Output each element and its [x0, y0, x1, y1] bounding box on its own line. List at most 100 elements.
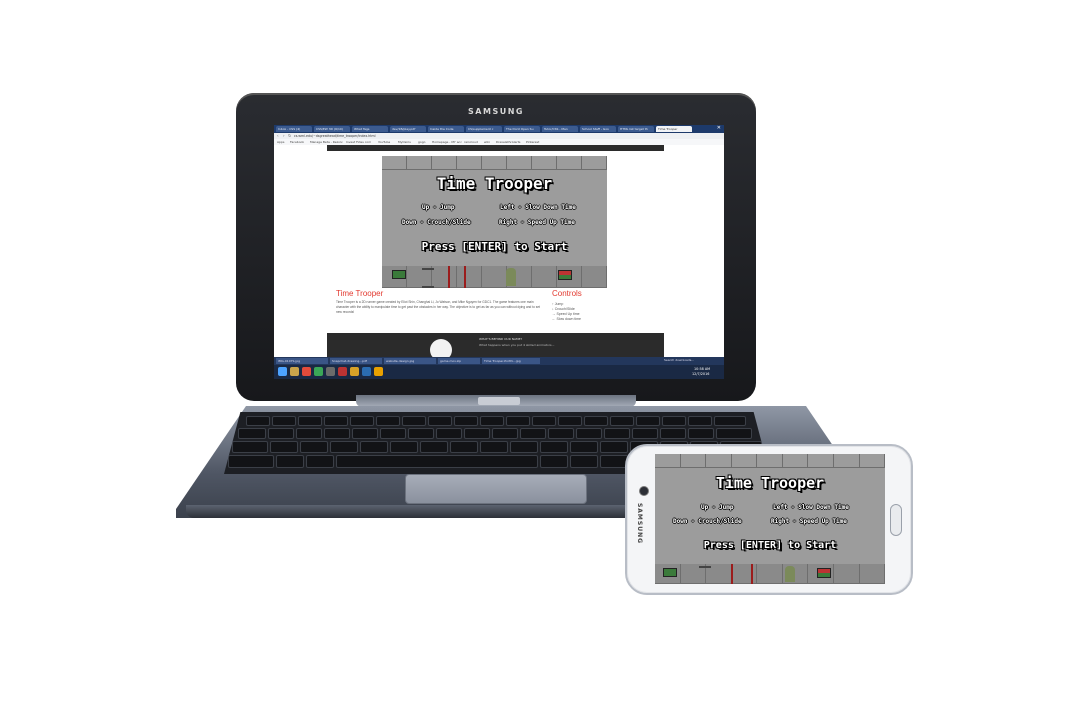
- reload-icon[interactable]: ↻: [288, 133, 291, 138]
- game-canvas-phone[interactable]: Time Trooper Up - Jump Left - Slow Down …: [655, 454, 885, 584]
- key[interactable]: [350, 416, 374, 426]
- key[interactable]: [352, 428, 378, 439]
- spacebar-key[interactable]: [336, 455, 538, 468]
- key[interactable]: [300, 441, 328, 453]
- game-canvas[interactable]: Time Trooper Up - Jump Left - Slow Down …: [382, 156, 607, 288]
- bookmark[interactable]: Invest Fides com: [346, 140, 371, 144]
- key[interactable]: [464, 428, 490, 439]
- key[interactable]: [276, 455, 304, 468]
- browser-tab[interactable]: Tutor/CSS - Man: [542, 126, 578, 132]
- bookmark[interactable]: Apps: [277, 140, 284, 144]
- key[interactable]: [376, 416, 400, 426]
- key[interactable]: [390, 441, 418, 453]
- key[interactable]: [428, 416, 452, 426]
- browser-tab[interactable]: The Dont Open Su: [504, 126, 540, 132]
- browser-tab[interactable]: What Tags: [352, 126, 388, 132]
- download-item[interactable]: game.mov.zip: [438, 358, 480, 364]
- bookmark[interactable]: YouTube: [378, 140, 390, 144]
- browser-tab[interactable]: Inside the Code: [428, 126, 464, 132]
- key[interactable]: [570, 441, 598, 453]
- key[interactable]: [272, 416, 296, 426]
- key[interactable]: [600, 455, 628, 468]
- browser-tab-active[interactable]: Time Trooper: [656, 126, 692, 132]
- browser-tab[interactable]: CSS/EW 3D (6/10): [314, 126, 350, 132]
- key[interactable]: [610, 416, 634, 426]
- key[interactable]: [380, 428, 406, 439]
- key[interactable]: [510, 441, 538, 453]
- browser-tab[interactable]: School Staff - Goo: [580, 126, 616, 132]
- key[interactable]: [298, 416, 322, 426]
- key[interactable]: [360, 441, 388, 453]
- download-item[interactable]: IMG-0107S.jpg: [276, 358, 328, 364]
- browser-tab[interactable]: CS/supplement c: [466, 126, 502, 132]
- key[interactable]: [238, 428, 266, 439]
- bookmark[interactable]: MyOsiris: [398, 140, 411, 144]
- key[interactable]: [296, 428, 322, 439]
- touchpad[interactable]: [405, 474, 587, 504]
- download-item[interactable]: website-design.jpg: [384, 358, 436, 364]
- close-icon[interactable]: ✕: [717, 125, 721, 131]
- key[interactable]: [454, 416, 478, 426]
- key[interactable]: [716, 428, 752, 439]
- key[interactable]: [540, 455, 568, 468]
- app-icon[interactable]: [338, 367, 347, 376]
- key[interactable]: [228, 455, 274, 468]
- key[interactable]: [232, 441, 268, 453]
- bookmark[interactable]: wiki: [484, 140, 490, 144]
- key[interactable]: [330, 441, 358, 453]
- key[interactable]: [324, 428, 350, 439]
- app-icon[interactable]: [374, 367, 383, 376]
- app-icon[interactable]: [314, 367, 323, 376]
- app-icon[interactable]: [362, 367, 371, 376]
- key[interactable]: [506, 416, 530, 426]
- key[interactable]: [576, 428, 602, 439]
- forward-icon[interactable]: ›: [283, 133, 285, 138]
- key[interactable]: [714, 416, 746, 426]
- key[interactable]: [408, 428, 434, 439]
- browser-tab[interactable]: dev/1B/play.pdf: [390, 126, 426, 132]
- key[interactable]: [246, 416, 270, 426]
- back-icon[interactable]: ‹: [277, 133, 279, 138]
- bookmark[interactable]: gogo: [418, 140, 425, 144]
- windows-icon[interactable]: [278, 367, 287, 376]
- key[interactable]: [662, 416, 686, 426]
- key[interactable]: [402, 416, 426, 426]
- key[interactable]: [660, 428, 686, 439]
- bookmark[interactable]: DrexelethrAlerts: [496, 140, 521, 144]
- key[interactable]: [324, 416, 348, 426]
- key[interactable]: [532, 416, 556, 426]
- key[interactable]: [570, 455, 598, 468]
- key[interactable]: [632, 428, 658, 439]
- bookmark[interactable]: raincloud: [464, 140, 478, 144]
- key[interactable]: [306, 455, 334, 468]
- chrome-icon[interactable]: [302, 367, 311, 376]
- key[interactable]: [270, 441, 298, 453]
- key[interactable]: [636, 416, 660, 426]
- browser-tab[interactable]: HTML list target th: [618, 126, 654, 132]
- download-item[interactable]: Time Trooper-Portfo...jpg: [482, 358, 540, 364]
- downloads-search[interactable]: Search downloads...: [664, 358, 694, 362]
- key[interactable]: [540, 441, 568, 453]
- key[interactable]: [268, 428, 294, 439]
- key[interactable]: [492, 428, 518, 439]
- home-button[interactable]: [890, 504, 902, 536]
- key[interactable]: [688, 416, 712, 426]
- key[interactable]: [480, 416, 504, 426]
- key[interactable]: [584, 416, 608, 426]
- folder-icon[interactable]: [290, 367, 299, 376]
- bookmark[interactable]: Facebook: [290, 140, 304, 144]
- bookmark[interactable]: Pinterest: [526, 140, 539, 144]
- key[interactable]: [420, 441, 448, 453]
- key[interactable]: [604, 428, 630, 439]
- key[interactable]: [450, 441, 478, 453]
- key[interactable]: [688, 428, 714, 439]
- key[interactable]: [520, 428, 546, 439]
- download-item[interactable]: Snapchat-drawing...pdf: [330, 358, 382, 364]
- bookmark[interactable]: Homepage - MY acc: [432, 140, 462, 144]
- key[interactable]: [548, 428, 574, 439]
- app-icon[interactable]: [326, 367, 335, 376]
- key[interactable]: [600, 441, 628, 453]
- app-icon[interactable]: [350, 367, 359, 376]
- browser-tab[interactable]: Inbox - CSS (4): [276, 126, 312, 132]
- bookmark[interactable]: Manage Beta - Rezolv: [310, 140, 343, 144]
